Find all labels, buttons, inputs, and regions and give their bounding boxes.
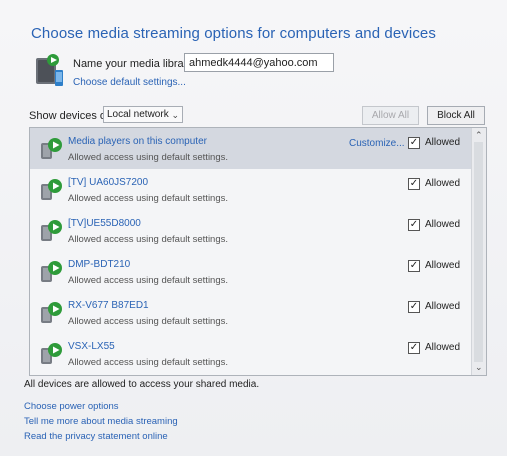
- device-row[interactable]: [TV] UA60JS7200 Allowed access using def…: [30, 169, 472, 210]
- device-row-media-players[interactable]: Media players on this computer Allowed a…: [30, 128, 472, 169]
- media-device-icon: [41, 343, 62, 364]
- privacy-statement-link[interactable]: Read the privacy statement online: [24, 431, 168, 442]
- allowed-label: Allowed: [425, 137, 461, 148]
- checkmark-icon: ✓: [409, 137, 419, 148]
- device-row[interactable]: [TV]UE55D8000 Allowed access using defau…: [30, 210, 472, 251]
- allowed-checkbox[interactable]: ✓: [408, 219, 420, 231]
- allowed-checkbox[interactable]: ✓: [408, 301, 420, 313]
- device-list-scrollbar[interactable]: ⌃ ⌄: [471, 128, 486, 375]
- library-name-input[interactable]: [184, 53, 334, 72]
- device-name: DMP-BDT210: [68, 259, 131, 270]
- allowed-label: Allowed: [425, 301, 461, 312]
- device-name: Media players on this computer: [68, 136, 207, 147]
- allowed-label: Allowed: [425, 219, 461, 230]
- media-streaming-window: Choose media streaming options for compu…: [0, 0, 507, 456]
- device-description: Allowed access using default settings.: [68, 234, 229, 245]
- block-all-button[interactable]: Block All: [427, 106, 485, 125]
- chevron-down-icon[interactable]: ⌄: [475, 362, 483, 373]
- media-device-icon: [41, 138, 62, 159]
- device-row[interactable]: RX-V677 B87ED1 Allowed access using defa…: [30, 292, 472, 333]
- checkmark-icon: ✓: [409, 342, 419, 353]
- choose-default-settings-link[interactable]: Choose default settings...: [73, 77, 186, 88]
- device-row[interactable]: DMP-BDT210 Allowed access using default …: [30, 251, 472, 292]
- device-name: [TV] UA60JS7200: [68, 177, 149, 188]
- allowed-checkbox[interactable]: ✓: [408, 260, 420, 272]
- allowed-checkbox[interactable]: ✓: [408, 178, 420, 190]
- checkmark-icon: ✓: [409, 178, 419, 189]
- allowed-label: Allowed: [425, 178, 461, 189]
- sharing-status-text: All devices are allowed to access your s…: [24, 379, 260, 390]
- checkmark-icon: ✓: [409, 219, 419, 230]
- device-description: Allowed access using default settings.: [68, 316, 229, 327]
- show-devices-dropdown[interactable]: Local network ⌄: [103, 106, 183, 123]
- customize-link[interactable]: Customize...: [349, 138, 405, 149]
- show-devices-selected: Local network: [107, 109, 169, 120]
- device-description: Allowed access using default settings.: [68, 193, 229, 204]
- media-library-icon: [36, 54, 63, 86]
- allow-all-button[interactable]: Allow All: [362, 106, 419, 125]
- library-name-label: Name your media library:: [73, 58, 196, 70]
- chevron-down-icon: ⌄: [171, 110, 179, 120]
- allowed-label: Allowed: [425, 260, 461, 271]
- media-device-icon: [41, 261, 62, 282]
- scrollbar-thumb[interactable]: [474, 142, 483, 362]
- power-options-link[interactable]: Choose power options: [24, 401, 119, 412]
- media-device-icon: [41, 179, 62, 200]
- device-description: Allowed access using default settings.: [68, 152, 229, 163]
- allowed-checkbox[interactable]: ✓: [408, 137, 420, 149]
- device-name: RX-V677 B87ED1: [68, 300, 149, 311]
- allowed-checkbox[interactable]: ✓: [408, 342, 420, 354]
- media-device-icon: [41, 302, 62, 323]
- checkmark-icon: ✓: [409, 301, 419, 312]
- media-device-icon: [41, 220, 62, 241]
- checkmark-icon: ✓: [409, 260, 419, 271]
- device-row[interactable]: VSX-LX55 Allowed access using default se…: [30, 333, 472, 374]
- page-title: Choose media streaming options for compu…: [31, 25, 436, 42]
- device-name: [TV]UE55D8000: [68, 218, 141, 229]
- device-description: Allowed access using default settings.: [68, 275, 229, 286]
- device-name: VSX-LX55: [68, 341, 115, 352]
- allowed-label: Allowed: [425, 342, 461, 353]
- more-about-streaming-link[interactable]: Tell me more about media streaming: [24, 416, 178, 427]
- chevron-up-icon[interactable]: ⌃: [475, 130, 483, 141]
- device-description: Allowed access using default settings.: [68, 357, 229, 368]
- device-list: Media players on this computer Allowed a…: [29, 127, 487, 376]
